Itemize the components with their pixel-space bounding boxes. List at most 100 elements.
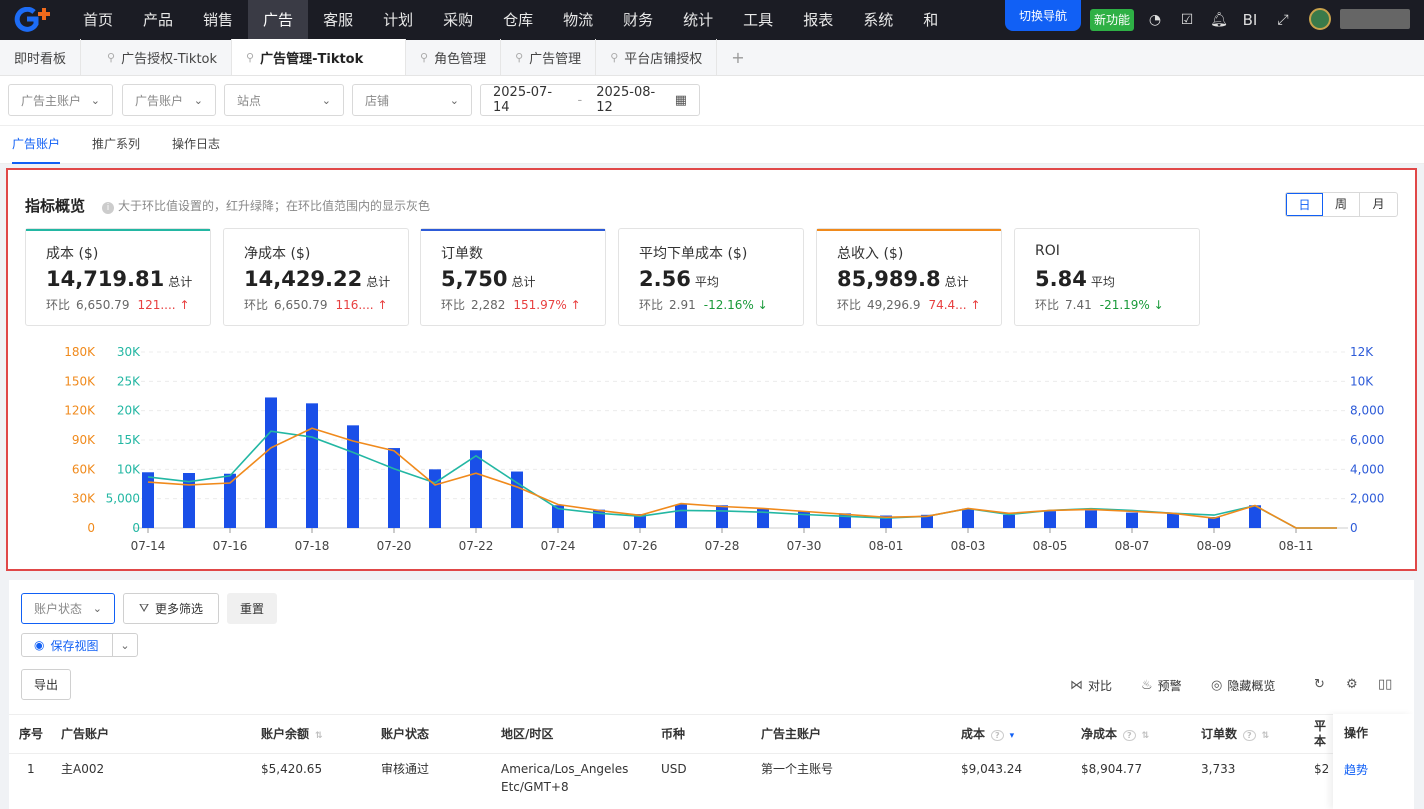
calendar-icon: ▦ xyxy=(674,92,687,108)
pin-icon[interactable]: ⚲ xyxy=(515,51,523,64)
tab-0[interactable]: 即时看板 xyxy=(0,39,82,75)
alert-button[interactable]: ♨ 预警 xyxy=(1141,677,1182,694)
subtab-ad-account[interactable]: 广告账户 xyxy=(12,126,61,164)
tab-2[interactable]: ⚲ 广告管理-Tiktok xyxy=(232,39,407,75)
subtab-campaign[interactable]: 推广系列 xyxy=(92,126,140,164)
settings-icon[interactable]: ⚙ xyxy=(1346,677,1363,692)
bar-24 xyxy=(1126,512,1138,528)
kpi-label: ROI xyxy=(1035,243,1060,259)
menu-item-7[interactable]: 仓库 xyxy=(488,0,548,40)
export-button[interactable]: 导出 xyxy=(21,669,71,700)
username-redacted[interactable] xyxy=(1340,9,1410,29)
help-icon[interactable]: ? xyxy=(1243,730,1256,741)
kpi-label: 净成本 ($) xyxy=(244,246,311,262)
task-check-icon[interactable]: ☑ xyxy=(1177,10,1197,30)
kpi-card-0[interactable]: 成本 ($) 14,719.81 总计 环比 6,650.79 121.... ↑ xyxy=(25,228,211,326)
x-tick-label: 08-07 xyxy=(1115,539,1150,553)
tab-1[interactable]: ⚲ 广告授权-Tiktok xyxy=(81,39,233,75)
avatar[interactable] xyxy=(1309,8,1331,30)
tab-3[interactable]: ⚲ 角色管理 xyxy=(406,39,502,75)
period-month[interactable]: 月 xyxy=(1360,193,1397,216)
bell-icon[interactable]: 🔔︎ xyxy=(1209,10,1229,30)
tab-label: 即时看板 xyxy=(14,51,67,67)
menu-item-1[interactable]: 产品 xyxy=(128,0,188,40)
save-view-button[interactable]: ◉ 保存视图 ⌄ xyxy=(21,633,138,657)
help-icon[interactable]: ? xyxy=(991,730,1004,741)
bi-icon[interactable]: BI xyxy=(1240,10,1260,30)
date-range-picker[interactable]: 2025-07-14 - 2025-08-12 ▦ xyxy=(480,84,700,116)
chevron-down-icon[interactable]: ⌄ xyxy=(113,639,137,652)
menu-item-9[interactable]: 财务 xyxy=(608,0,668,40)
app-logo[interactable] xyxy=(0,0,68,40)
menu-item-12[interactable]: 报表 xyxy=(788,0,848,40)
speed-icon[interactable]: ◔ xyxy=(1145,10,1165,30)
site-select[interactable]: 站点 ⌄ xyxy=(224,84,344,116)
sort-icon[interactable]: ⇅ xyxy=(1262,731,1270,741)
menu-item-6[interactable]: 采购 xyxy=(428,0,488,40)
chevron-down-icon: ⌄ xyxy=(449,93,459,107)
book-icon[interactable]: ▯▯ xyxy=(1378,677,1397,692)
ad-main-account-select[interactable]: 广告主账户 ⌄ xyxy=(8,84,113,116)
pin-icon[interactable]: ⚲ xyxy=(610,51,618,64)
ad-account-select[interactable]: 广告账户 ⌄ xyxy=(122,84,216,116)
account-status-select[interactable]: 账户状态 ⌄ xyxy=(21,593,115,624)
kpi-card-4[interactable]: 总收入 ($) 85,989.8 总计 环比 49,296.9 74.4... ↑ xyxy=(816,228,1002,326)
chevron-down-icon: ⌄ xyxy=(92,602,102,615)
tab-4[interactable]: ⚲ 广告管理 xyxy=(501,39,597,75)
menu-item-4[interactable]: 客服 xyxy=(308,0,368,40)
kpi-value: 5,750 总计 xyxy=(441,267,535,291)
cell-currency: USD xyxy=(661,762,687,776)
cell-timezone: Etc/GMT+8 xyxy=(501,780,569,794)
column-header-9[interactable]: 订单数? ⇅ xyxy=(1201,715,1269,755)
menu-item-11[interactable]: 工具 xyxy=(728,0,788,40)
y-tick-left-outer: 30K xyxy=(72,492,96,506)
x-tick-label: 08-05 xyxy=(1033,539,1068,553)
menu-item-2[interactable]: 销售 xyxy=(188,0,248,40)
tab-5[interactable]: ⚲ 平台店铺授权 xyxy=(596,39,718,75)
menu-item-13[interactable]: 系统 xyxy=(848,0,908,40)
add-tab-button[interactable]: + xyxy=(717,39,758,75)
kpi-card-1[interactable]: 净成本 ($) 14,429.22 总计 环比 6,650.79 116.... ↑ xyxy=(223,228,409,326)
hide-overview-button[interactable]: ◎ 隐藏概览 xyxy=(1211,677,1275,694)
period-week[interactable]: 周 xyxy=(1323,193,1360,216)
bar-7 xyxy=(429,469,441,528)
fullscreen-icon[interactable]: ⤢ xyxy=(1273,10,1293,30)
help-icon[interactable]: ? xyxy=(1123,730,1136,741)
compare-button[interactable]: ⋈ 对比 xyxy=(1070,677,1112,694)
pin-icon[interactable]: ⚲ xyxy=(420,51,428,64)
kpi-card-3[interactable]: 平均下单成本 ($) 2.56 平均 环比 2.91 -12.16% ↓ xyxy=(618,228,804,326)
trend-link[interactable]: 趋势 xyxy=(1344,761,1368,779)
reset-button[interactable]: 重置 xyxy=(227,593,277,624)
alert-label: 预警 xyxy=(1157,679,1182,693)
arrow-up-icon: ↑ xyxy=(175,298,190,312)
store-select[interactable]: 店铺 ⌄ xyxy=(352,84,472,116)
menu-item-0[interactable]: 首页 xyxy=(68,0,128,40)
refresh-icon[interactable]: ↻ xyxy=(1314,677,1330,692)
switch-navigation-button[interactable]: 切换导航 xyxy=(1005,0,1081,31)
pin-icon[interactable]: ⚲ xyxy=(107,51,115,64)
kpi-card-5[interactable]: ROI 5.84 平均 环比 7.41 -21.19% ↓ xyxy=(1014,228,1200,326)
tab-label: 广告管理-Tiktok xyxy=(260,51,364,67)
menu-item-3[interactable]: 广告 xyxy=(248,0,309,40)
kpi-card-2[interactable]: 订单数 5,750 总计 环比 2,282 151.97% ↑ xyxy=(420,228,606,326)
menu-item-10[interactable]: 统计 xyxy=(668,0,728,40)
new-feature-badge[interactable]: 新功能 xyxy=(1090,9,1135,31)
menu-item-5[interactable]: 计划 xyxy=(368,0,428,40)
sort-icon[interactable]: ⇅ xyxy=(315,731,323,741)
sort-icon[interactable]: ▾ xyxy=(1010,731,1015,741)
x-tick-label: 07-22 xyxy=(459,539,494,553)
menu-item-14[interactable]: 和 xyxy=(908,0,953,40)
sort-icon[interactable]: ⇅ xyxy=(1142,731,1150,741)
column-header-8[interactable]: 净成本? ⇅ xyxy=(1081,715,1149,755)
kpi-cmp-value: 49,296.9 xyxy=(867,298,921,312)
period-day[interactable]: 日 xyxy=(1286,193,1323,216)
pin-icon[interactable]: ⚲ xyxy=(246,51,254,64)
subtab-operation-log[interactable]: 操作日志 xyxy=(172,126,220,164)
column-header-2[interactable]: 账户余额 ⇅ xyxy=(261,715,323,755)
column-header-7[interactable]: 成本? ▾ xyxy=(961,715,1014,755)
more-filter-button[interactable]: ⛛ 更多筛选 xyxy=(123,593,219,624)
bar-8 xyxy=(470,450,482,528)
chevron-down-icon: ⌄ xyxy=(321,93,331,107)
menu-item-8[interactable]: 物流 xyxy=(548,0,608,40)
bar-23 xyxy=(1085,510,1097,528)
